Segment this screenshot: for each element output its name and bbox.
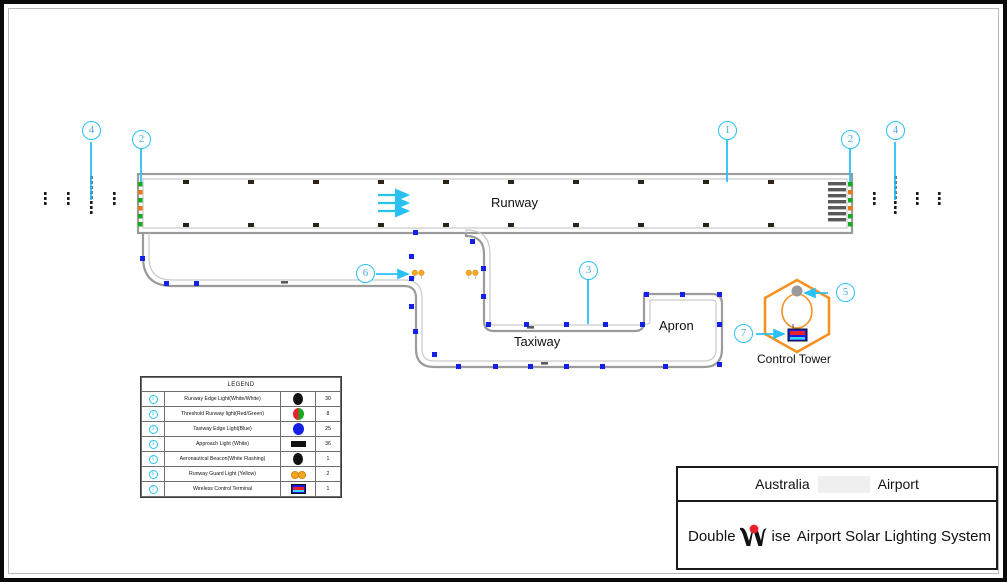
legend-description: Threshold Runway light(Red/Green) — [164, 406, 281, 422]
project-name-row: Australia Airport — [678, 468, 996, 502]
legend-qty: 36 — [315, 436, 341, 452]
approach-lights-left — [44, 176, 116, 214]
callout-4-right[interactable]: 4 — [886, 121, 905, 140]
legend-description: Aeronautical Beacon(White Flashing) — [164, 451, 281, 467]
legend-qty: 1 — [315, 451, 341, 467]
legend-num-icon: 7 — [148, 484, 158, 494]
doublewise-w-logo-icon — [737, 524, 771, 548]
legend-description: Runway Guard Light (Yellow) — [164, 466, 281, 482]
legend-row: 1 Runway Edge Light(White/White) 30 — [141, 391, 341, 407]
callout-5[interactable]: 5 — [836, 283, 855, 302]
legend-row: 3 Taxiway Edge Light(Blue) 25 — [141, 421, 341, 437]
approach-lights-right — [873, 176, 941, 214]
blue-lamp-icon — [292, 423, 304, 435]
project-suffix: Airport — [877, 476, 919, 492]
callout-1[interactable]: 1 — [718, 121, 737, 140]
legend-qty: 2 — [315, 466, 341, 482]
legend-qty: 8 — [315, 406, 341, 422]
callout-2-right[interactable]: 2 — [841, 130, 860, 149]
beacon-lamp-icon — [293, 453, 303, 465]
guard-light-pair-icon — [290, 470, 306, 479]
runway-guard-lights — [411, 269, 479, 279]
taxiway-shape — [141, 229, 724, 369]
callout-4-left[interactable]: 4 — [82, 121, 101, 140]
project-prefix: Australia — [755, 476, 810, 492]
legend-row: 6 Runway Guard Light (Yellow) 2 — [141, 466, 341, 482]
legend-num-icon: 3 — [148, 424, 158, 434]
legend-table: LEGEND 1 Runway Edge Light(White/White) … — [140, 376, 342, 498]
callout-7[interactable]: 7 — [734, 324, 753, 343]
control-tower-label: Control Tower — [757, 352, 831, 366]
red-green-lamp-icon — [292, 408, 304, 420]
legend-row: 4 Approach Light (White) 36 — [141, 436, 341, 452]
legend-row: 5 Aeronautical Beacon(White Flashing) 1 — [141, 451, 341, 467]
legend-num-icon: 1 — [148, 394, 158, 404]
legend-num-icon: 4 — [148, 439, 158, 449]
legend-qty: 25 — [315, 421, 341, 437]
apron-label: Apron — [659, 318, 694, 333]
callout-leader-lines — [90, 139, 896, 340]
legend-num-icon: 2 — [148, 409, 158, 419]
legend-description: Runway Edge Light(White/White) — [164, 391, 281, 407]
company-name-part2: ise — [771, 527, 791, 545]
runway-label: Runway — [491, 195, 538, 210]
approach-bar-icon — [290, 440, 306, 447]
callout-3[interactable]: 3 — [579, 261, 598, 280]
callout-2-left[interactable]: 2 — [132, 130, 151, 149]
white-white-lamp-icon — [293, 393, 303, 405]
redacted-airport-name — [817, 475, 870, 493]
control-tower-shape — [763, 278, 831, 354]
taxiway-label: Taxiway — [514, 334, 561, 349]
legend-description: Taxiway Edge Light(Blue) — [164, 421, 281, 437]
company-logo: Double ise — [688, 524, 791, 548]
legend-qty: 1 — [315, 481, 341, 497]
legend-description: Approach Light (White) — [164, 436, 281, 452]
company-row: Double ise Airport Solar Lighting System — [678, 502, 996, 570]
legend-qty: 30 — [315, 391, 341, 407]
company-name-part1: Double — [688, 527, 736, 545]
legend-row: 7 Wireless Control Terminal 1 — [141, 481, 341, 497]
system-title: Airport Solar Lighting System — [796, 527, 991, 545]
terminal-box-icon — [290, 484, 306, 494]
legend-num-icon: 6 — [148, 469, 158, 479]
legend-description: Wireless Control Terminal — [164, 481, 281, 497]
legend-title: LEGEND — [141, 377, 341, 392]
legend-num-icon: 5 — [148, 454, 158, 464]
legend-row: 2 Threshold Runway light(Red/Green) 8 — [141, 406, 341, 422]
callout-6[interactable]: 6 — [356, 264, 375, 283]
title-block: Australia Airport Double ise Airport Sol… — [676, 466, 998, 570]
taxiway-edge-lights — [140, 230, 722, 369]
drawing-sheet: 1 2 2 3 4 4 5 6 7 Runway Taxiway Apron C… — [0, 0, 1007, 582]
